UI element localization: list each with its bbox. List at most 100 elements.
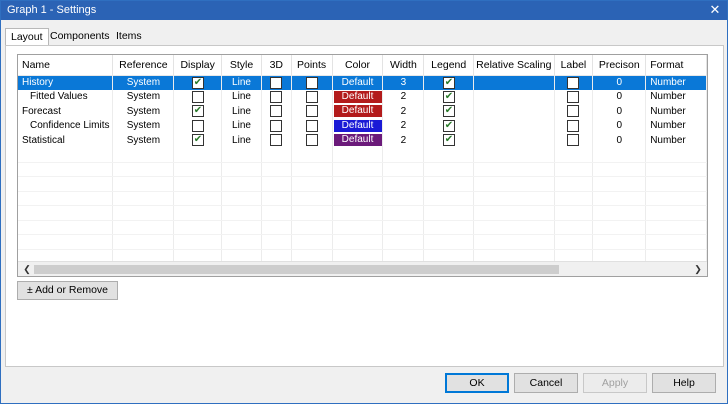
cell-3d[interactable] [261,118,292,133]
cell-label[interactable] [554,118,594,133]
label-checkbox[interactable] [567,76,580,89]
label-checkbox[interactable] [567,105,580,118]
chevron-right-icon[interactable]: ❯ [691,262,705,276]
cell-color[interactable]: Default [332,133,384,148]
cell-legend[interactable] [423,89,475,104]
cell-points[interactable] [291,118,333,133]
cell-points[interactable] [291,104,333,119]
color-swatch[interactable]: Default [333,119,382,132]
display-checkbox[interactable] [191,105,204,118]
cell-display[interactable] [173,118,223,133]
cell-legend[interactable] [423,118,475,133]
color-swatch[interactable]: Default [333,76,382,89]
display-checkbox[interactable] [191,76,204,89]
empty-cell [554,147,594,163]
col-header-width[interactable]: Width [382,55,425,76]
legend-checkbox[interactable] [442,76,455,89]
col-header-style[interactable]: Style [221,55,262,76]
color-swatch[interactable]: Default [333,134,382,147]
3d-checkbox[interactable] [270,134,283,147]
col-header-name[interactable]: Name [18,55,114,76]
col-header-display[interactable]: Display [173,55,223,76]
legend-checkbox[interactable] [442,134,455,147]
cell-display[interactable] [173,133,223,148]
add-or-remove-button[interactable]: ± Add or Remove [17,281,118,300]
cell-3d[interactable] [261,75,292,90]
col-header-3d[interactable]: 3D [261,55,292,76]
label-checkbox[interactable] [567,90,580,103]
display-checkbox[interactable] [191,134,204,147]
label-checkbox[interactable] [567,134,580,147]
3d-checkbox[interactable] [270,119,283,132]
3d-checkbox[interactable] [270,76,283,89]
empty-cell [592,191,647,206]
cell-3d[interactable] [261,89,292,104]
tab-items[interactable]: Items [111,28,147,45]
cell-color[interactable]: Default [332,118,384,133]
points-checkbox[interactable] [305,76,318,89]
cell-label[interactable] [554,104,594,119]
cell-3d[interactable] [261,133,292,148]
color-swatch[interactable]: Default [333,105,382,118]
cell-points[interactable] [291,89,333,104]
points-checkbox[interactable] [305,105,318,118]
label-checkbox[interactable] [567,119,580,132]
cell-points[interactable] [291,75,333,90]
close-icon[interactable]: ✕ [707,2,723,18]
cell-label[interactable] [554,75,594,90]
table-row[interactable]: ForecastSystem Line Default2 0Number [18,104,707,119]
cell-color[interactable]: Default [332,89,384,104]
cell-label[interactable] [554,89,594,104]
cancel-button[interactable]: Cancel [514,373,578,393]
col-header-relative-scaling[interactable]: Relative Scaling [473,55,555,76]
cell-relative-scaling [473,104,555,119]
cell-3d[interactable] [261,104,292,119]
cell-color[interactable]: Default [332,104,384,119]
legend-checkbox[interactable] [442,105,455,118]
ok-button[interactable]: OK [445,373,509,393]
help-button[interactable]: Help [652,373,716,393]
cell-legend[interactable] [423,75,475,90]
color-swatch[interactable]: Default [333,90,382,103]
col-header-format[interactable]: Format [645,55,707,76]
col-header-precision[interactable]: Precison [592,55,647,76]
title-bar: Graph 1 - Settings ✕ [1,1,727,20]
3d-checkbox[interactable] [270,90,283,103]
cell-color[interactable]: Default [332,75,384,90]
table-row[interactable]: StatisticalSystem Line Default2 0Number [18,133,707,148]
col-header-points[interactable]: Points [291,55,333,76]
chevron-left-icon[interactable]: ❮ [20,262,34,276]
scrollbar-thumb[interactable] [34,265,559,274]
cell-display[interactable] [173,89,223,104]
table-row[interactable]: Fitted ValuesSystem Line Default2 0Number [18,89,707,104]
apply-button[interactable]: Apply [583,373,647,393]
points-checkbox[interactable] [305,90,318,103]
col-header-label[interactable]: Label [554,55,594,76]
display-checkbox[interactable] [191,119,204,132]
cell-points[interactable] [291,133,333,148]
cell-precision: 0 [592,75,647,90]
legend-checkbox[interactable] [442,119,455,132]
horizontal-scrollbar[interactable]: ❮ ❯ [18,261,707,276]
col-header-legend[interactable]: Legend [423,55,475,76]
3d-checkbox[interactable] [270,105,283,118]
cell-precision: 0 [592,89,647,104]
cell-legend[interactable] [423,104,475,119]
cell-legend[interactable] [423,133,475,148]
table-row[interactable]: HistorySystem Line Default3 0Number [18,75,707,90]
cell-display[interactable] [173,75,223,90]
legend-checkbox[interactable] [442,90,455,103]
cell-reference: System [112,104,175,119]
display-checkbox[interactable] [191,90,204,103]
empty-cell [554,205,594,221]
points-checkbox[interactable] [305,134,318,147]
tab-layout[interactable]: Layout [5,28,49,46]
points-checkbox[interactable] [305,119,318,132]
cell-label[interactable] [554,133,594,148]
tab-components[interactable]: Components [45,28,115,45]
cell-precision: 0 [592,118,647,133]
col-header-color[interactable]: Color [332,55,384,76]
cell-display[interactable] [173,104,223,119]
table-row[interactable]: Confidence LimitsSystem Line Default2 0Numb… [18,118,707,133]
col-header-reference[interactable]: Reference [112,55,175,76]
